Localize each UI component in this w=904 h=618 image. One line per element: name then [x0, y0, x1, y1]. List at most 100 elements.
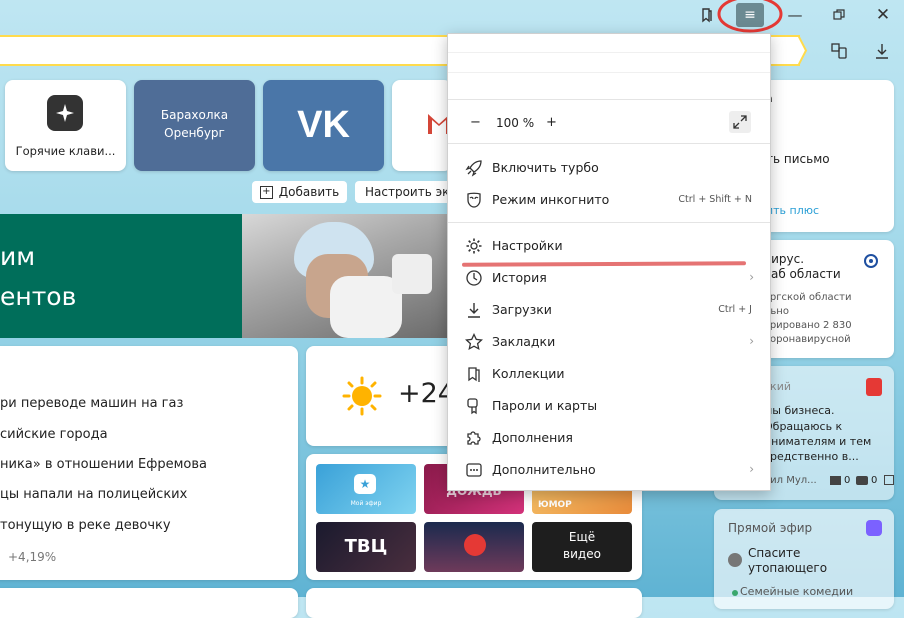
menu-divider: [448, 52, 770, 53]
menu-item-label: История: [492, 269, 547, 285]
banner-text-2: ентов: [0, 282, 77, 311]
bottom-card-left: [0, 588, 298, 618]
fullscreen-button[interactable]: [729, 111, 751, 133]
menu-item-downloads[interactable]: Загрузки Ctrl + J: [448, 293, 770, 325]
menu-divider: [448, 143, 770, 144]
zoom-in-button[interactable]: +: [546, 115, 557, 130]
covid-text: коронавирусной: [764, 334, 851, 345]
news-item[interactable]: ника» в отношении Ефремова: [0, 457, 207, 472]
zen-text: мы бизнеса.: [764, 404, 835, 417]
tile-vk[interactable]: VK: [263, 80, 384, 171]
menu-item-label: Режим инкогнито: [492, 191, 610, 207]
minimize-icon[interactable]: —: [772, 0, 818, 30]
add-button[interactable]: + Добавить: [252, 181, 347, 203]
customize-button[interactable]: Настроить экр: [355, 181, 455, 203]
zen-text: Обращаюсь к: [764, 420, 843, 433]
live-show-title[interactable]: утопающего: [748, 561, 827, 575]
menu-item-bookmarks[interactable]: Закладки ›: [448, 325, 770, 357]
zoom-out-button[interactable]: −: [470, 115, 481, 130]
live-tv-card[interactable]: Прямой эфир Спасите утопающего Семейные …: [714, 509, 894, 609]
address-bar-arrow: [798, 35, 808, 66]
menu-item-label: Включить турбо: [492, 159, 599, 175]
menu-item-label: Пароли и карты: [492, 397, 598, 413]
hotkeys-icon: [47, 95, 83, 131]
zen-comment-count: 0: [871, 475, 878, 486]
menu-item-label: Настройки: [492, 237, 563, 253]
vk-logo: VK: [297, 104, 350, 146]
live-show-title[interactable]: Спасите: [748, 546, 800, 560]
video-caption: Мой эфир: [350, 500, 382, 507]
puzzle-icon: [464, 428, 484, 448]
menu-item-shortcut: Ctrl + J: [718, 303, 752, 315]
news-item[interactable]: тонущую в реке девочку: [0, 518, 171, 533]
video-caption: ТВЦ: [344, 536, 388, 557]
mail-plus-link[interactable]: ить плюс: [766, 204, 819, 217]
banner-text-1: им: [0, 242, 36, 271]
tile-hotkeys[interactable]: Горячие клави...: [5, 80, 126, 171]
more-videos-button[interactable]: Ещё видео: [532, 522, 632, 572]
zen-icon: [866, 378, 882, 396]
star-icon: [464, 332, 484, 352]
mail-write[interactable]: ть письмо: [766, 152, 830, 166]
tile-gmail[interactable]: [392, 80, 452, 171]
news-card: ри переводе машин на газ сийские города …: [0, 346, 298, 580]
menu-item-shortcut: Ctrl + Shift + N: [678, 193, 752, 205]
customize-label: Настроить экр: [365, 185, 455, 199]
zen-author: аил Мул...: [764, 475, 817, 486]
incognito-mask-icon: [464, 190, 484, 210]
red-logo-icon: [464, 534, 486, 556]
chevron-right-icon: ›: [749, 334, 754, 348]
clock-icon: [464, 268, 484, 288]
menu-item-extensions[interactable]: Дополнения: [448, 421, 770, 453]
more-videos-line2: видео: [563, 547, 601, 561]
more-dots-icon: [464, 460, 484, 480]
live-tv-icon: [866, 520, 882, 536]
close-icon[interactable]: ✕: [860, 0, 904, 30]
download-icon: [464, 300, 484, 320]
video-thumb-myefir[interactable]: ★ Мой эфир: [316, 464, 416, 514]
photo-icon: [830, 476, 841, 485]
gear-icon: [464, 236, 484, 256]
more-videos-line1: Ещё: [568, 530, 596, 544]
promo-banner[interactable]: им ентов: [0, 214, 447, 338]
add-label: Добавить: [278, 185, 340, 199]
tile-label-line1: Барахолка: [160, 108, 229, 122]
browser-menu: − 100 % + Включить турбо Режим инкогнито…: [447, 33, 771, 491]
menu-item-history[interactable]: История ›: [448, 261, 770, 293]
menu-item-collections[interactable]: Коллекции: [448, 357, 770, 389]
tile-label-line2: Оренбург: [164, 126, 225, 140]
news-item[interactable]: ри переводе машин на газ: [0, 396, 183, 411]
menu-divider: [448, 99, 770, 100]
covid-text: трировано 2 830: [764, 320, 852, 331]
menu-divider: [448, 222, 770, 223]
news-item[interactable]: сийские города: [0, 427, 108, 442]
target-icon: [864, 254, 878, 268]
menu-item-turbo[interactable]: Включить турбо: [448, 151, 770, 183]
menu-item-settings[interactable]: Настройки: [448, 229, 770, 261]
share-icon[interactable]: [884, 475, 894, 485]
menu-item-more[interactable]: Дополнительно ›: [448, 453, 770, 485]
restore-icon[interactable]: [816, 0, 862, 30]
video-thumb-history[interactable]: [424, 522, 524, 572]
tile-baraholka[interactable]: Барахолка Оренбург: [134, 80, 255, 171]
chevron-right-icon: ›: [749, 462, 754, 476]
protect-icon[interactable]: [830, 42, 848, 60]
covid-text: ургской области: [764, 292, 852, 303]
menu-item-incognito[interactable]: Режим инкогнито Ctrl + Shift + N: [448, 183, 770, 215]
sun-icon: [342, 376, 382, 416]
rocket-icon: [464, 158, 484, 178]
banner-photo: [242, 214, 447, 338]
download-icon[interactable]: [874, 42, 892, 60]
comment-icon: [856, 476, 868, 485]
weather-card[interactable]: +24: [306, 346, 466, 446]
bottom-card-right: [306, 588, 642, 618]
news-item[interactable]: цы напали на полицейских: [0, 487, 187, 502]
live-next-show: Семейные комедии: [740, 585, 854, 598]
zen-text: средственно в...: [764, 450, 859, 463]
menu-divider: [448, 72, 770, 73]
play-circle-icon[interactable]: [728, 553, 742, 567]
zen-photo-count: 0: [844, 475, 851, 486]
collections-icon: [464, 364, 484, 384]
video-thumb-tvc[interactable]: ТВЦ: [316, 522, 416, 572]
menu-item-passwords[interactable]: Пароли и карты: [448, 389, 770, 421]
